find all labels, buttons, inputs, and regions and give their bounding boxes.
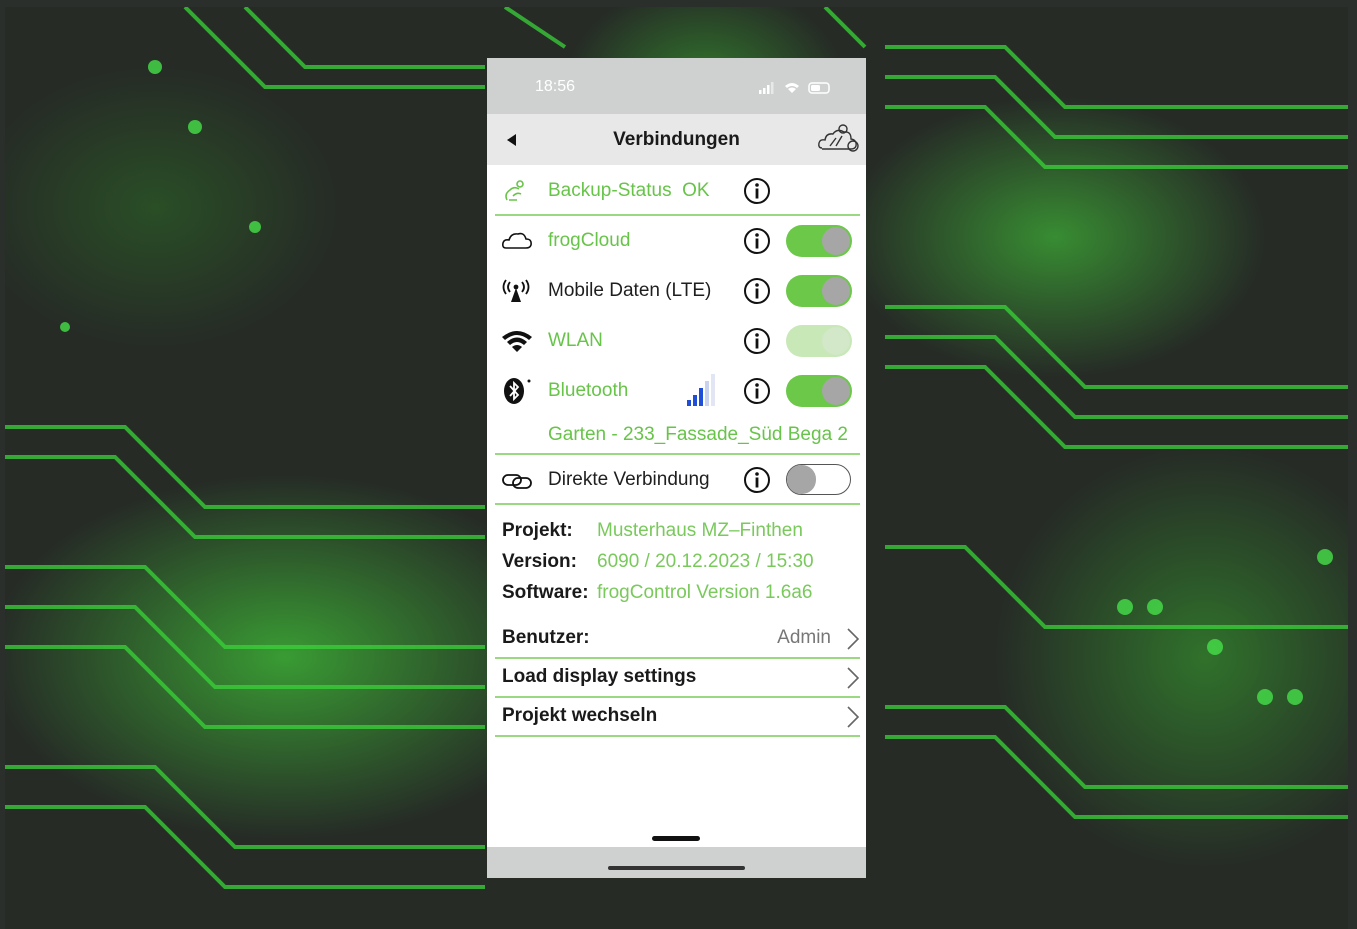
software-label: Software: — [502, 582, 589, 603]
backup-status-label: Backup-Status OK — [548, 180, 710, 201]
page-title: Verbindungen — [613, 129, 740, 150]
navigation-bar: Verbindungen — [487, 114, 866, 165]
user-row[interactable]: Benutzer: Admin — [495, 619, 860, 657]
divider — [495, 503, 860, 505]
home-bar[interactable] — [608, 866, 745, 870]
status-time: 18:56 — [535, 78, 576, 95]
chevron-right-icon — [847, 667, 860, 689]
software-value: frogControl Version 1.6a6 — [597, 582, 813, 603]
signal-strength-icon — [687, 374, 715, 406]
project-label: Projekt: — [502, 520, 573, 541]
cloud-settings-icon[interactable] — [816, 122, 862, 158]
switch-project-label: Projekt wechseln — [502, 705, 658, 726]
info-icon[interactable] — [743, 327, 771, 355]
connection-label: Mobile Daten (LTE) — [548, 280, 712, 301]
connection-row-bluetooth: Bluetooth — [495, 366, 860, 414]
connection-label: Bluetooth — [548, 380, 629, 401]
info-icon[interactable] — [743, 277, 771, 305]
user-label: Benutzer: — [502, 627, 590, 648]
connection-row-frogcloud: frogCloud — [495, 216, 860, 264]
antenna-icon — [502, 279, 530, 302]
connection-label: frogCloud — [548, 230, 631, 251]
status-bar: 18:56 — [487, 58, 866, 114]
version-label: Version: — [502, 551, 577, 572]
wifi-icon — [502, 331, 532, 352]
backup-status-row: Backup-Status OK — [495, 166, 860, 214]
backup-status-value: OK — [682, 180, 710, 201]
info-icon[interactable] — [743, 466, 771, 494]
cloud-icon — [502, 232, 532, 249]
frogcloud-toggle[interactable] — [786, 225, 852, 257]
info-icon[interactable] — [743, 377, 771, 405]
chevron-right-icon — [847, 628, 860, 650]
link-icon — [502, 474, 532, 489]
mobile-data-toggle[interactable] — [786, 275, 852, 307]
wlan-toggle[interactable] — [786, 325, 852, 357]
backup-frog-icon — [505, 180, 524, 201]
bluetooth-device-name: Garten - 233_Fassade_Süd Bega 2 — [548, 424, 848, 445]
status-icons — [759, 82, 830, 94]
chevron-right-icon — [847, 706, 860, 728]
load-display-settings-row[interactable]: Load display settings — [495, 658, 860, 696]
user-value: Admin — [777, 627, 831, 648]
phone-screen: 18:56 Verbindungen Backup-Status OK frog… — [487, 58, 866, 878]
bluetooth-toggle[interactable] — [786, 375, 852, 407]
load-display-settings-label: Load display settings — [502, 666, 697, 687]
bottom-bar — [487, 847, 866, 878]
connection-label: Direkte Verbindung — [548, 469, 710, 490]
connection-row-direct: Direkte Verbindung — [495, 455, 860, 503]
info-icon[interactable] — [743, 227, 771, 255]
switch-project-row[interactable]: Projekt wechseln — [495, 697, 860, 735]
connection-row-mobile-data: Mobile Daten (LTE) — [495, 266, 860, 314]
connection-label: WLAN — [548, 330, 603, 351]
info-icon[interactable] — [743, 177, 771, 205]
bluetooth-icon — [504, 378, 531, 404]
direct-connection-toggle[interactable] — [786, 464, 851, 495]
connection-row-wlan: WLAN — [495, 316, 860, 364]
version-value: 6090 / 20.12.2023 / 15:30 — [597, 551, 814, 572]
project-value: Musterhaus MZ–Finthen — [597, 520, 803, 541]
home-indicator — [652, 836, 700, 841]
divider — [495, 735, 860, 737]
